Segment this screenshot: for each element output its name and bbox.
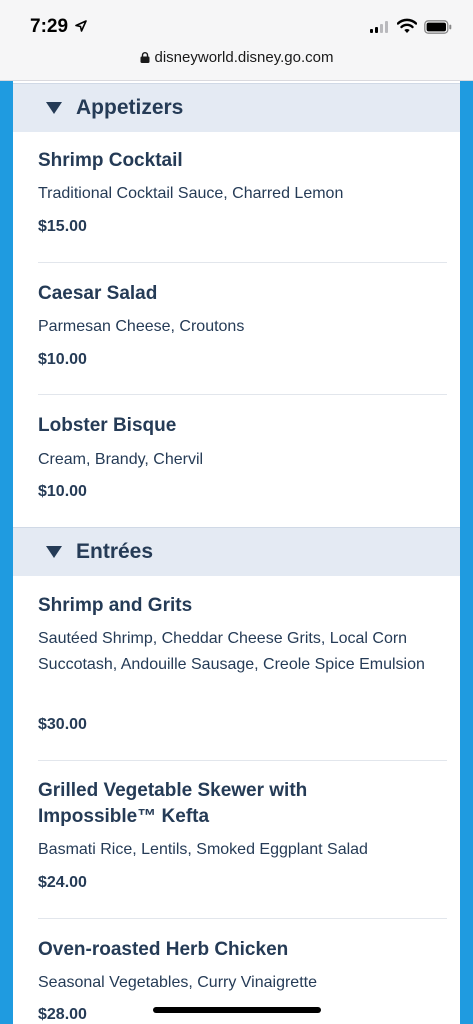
lock-icon bbox=[140, 52, 149, 63]
section-title: Appetizers bbox=[76, 96, 184, 119]
caret-down-icon bbox=[46, 102, 62, 114]
item-name: Oven-roasted Herb Chicken bbox=[38, 939, 289, 960]
location-arrow-icon bbox=[75, 20, 87, 32]
battery-icon bbox=[424, 20, 452, 34]
item-description: Sautéed Shrimp, Cheddar Cheese Grits, Lo… bbox=[38, 630, 425, 673]
caret-down-icon bbox=[46, 546, 62, 558]
divider bbox=[38, 262, 447, 263]
item-price: $28.00 bbox=[38, 1006, 87, 1023]
item-description: Basmati Rice, Lentils, Smoked Eggplant S… bbox=[38, 841, 368, 858]
address-bar[interactable]: disneyworld.disney.go.com bbox=[0, 49, 473, 66]
section-header-appetizers[interactable]: Appetizers bbox=[13, 83, 460, 132]
item-price: $10.00 bbox=[38, 351, 87, 368]
wifi-icon bbox=[397, 18, 417, 33]
status-time: 7:29 bbox=[30, 16, 69, 37]
divider bbox=[38, 760, 447, 761]
divider bbox=[38, 918, 447, 919]
browser-chrome: 7:29 disneyworld.disney.go.com bbox=[0, 0, 473, 81]
item-description: Seasonal Vegetables, Curry Vinaigrette bbox=[38, 974, 317, 991]
item-description: Cream, Brandy, Chervil bbox=[38, 451, 204, 468]
item-description: Traditional Cocktail Sauce, Charred Lemo… bbox=[38, 185, 344, 202]
divider bbox=[38, 394, 447, 395]
page-frame: Appetizers Shrimp Cocktail Traditional C… bbox=[0, 81, 473, 1024]
item-name: Shrimp Cocktail bbox=[38, 150, 183, 171]
item-name: Shrimp and Grits bbox=[38, 595, 193, 616]
home-indicator[interactable] bbox=[153, 1007, 321, 1013]
menu-panel: Appetizers Shrimp Cocktail Traditional C… bbox=[13, 81, 460, 1024]
item-price: $24.00 bbox=[38, 874, 87, 891]
section-header-entrees[interactable]: Entrées bbox=[13, 527, 460, 576]
item-price: $30.00 bbox=[38, 716, 87, 733]
item-name: Lobster Bisque bbox=[38, 415, 177, 436]
item-description: Parmesan Cheese, Croutons bbox=[38, 318, 245, 335]
item-price: $10.00 bbox=[38, 483, 87, 500]
cellular-signal-icon bbox=[370, 21, 388, 33]
item-name: Grilled Vegetable Skewer with Impossible… bbox=[38, 780, 308, 827]
section-title: Entrées bbox=[76, 540, 154, 563]
url-text: disneyworld.disney.go.com bbox=[154, 49, 334, 66]
item-price: $15.00 bbox=[38, 218, 87, 235]
item-name: Caesar Salad bbox=[38, 283, 158, 304]
